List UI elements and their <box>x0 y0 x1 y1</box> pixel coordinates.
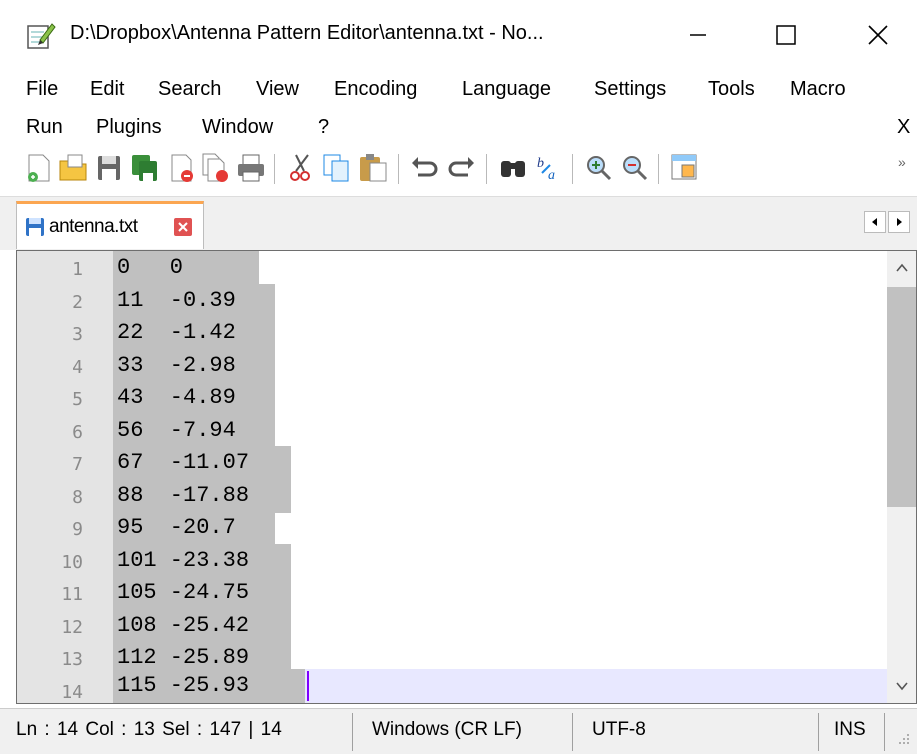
text-editor[interactable]: 1 2 3 4 5 6 7 8 9 10 11 12 13 14 0 0 11 … <box>16 250 917 704</box>
line-text: 56 -7.94 <box>117 418 236 443</box>
line-text: 11 -0.39 <box>117 288 236 313</box>
close-window-button[interactable] <box>848 10 908 60</box>
line-number: 11 <box>61 584 83 605</box>
menu-encoding[interactable]: Encoding <box>334 76 417 103</box>
status-separator <box>818 713 819 751</box>
zoom-in-icon[interactable] <box>582 151 616 185</box>
print-icon[interactable] <box>234 151 268 185</box>
line-text: 105 -24.75 <box>117 580 250 605</box>
line-text: 67 -11.07 <box>117 450 250 475</box>
menu-plugins[interactable]: Plugins <box>96 114 162 141</box>
copy-icon[interactable] <box>320 151 354 185</box>
toolbar-separator <box>658 154 659 184</box>
minimize-button[interactable] <box>668 10 728 60</box>
line-text: 95 -20.7 <box>117 515 236 540</box>
menu-run[interactable]: Run <box>26 114 63 141</box>
toolbar-separator <box>486 154 487 184</box>
tab-antenna-txt[interactable]: antenna.txt <box>16 201 204 249</box>
scrollbar-thumb[interactable] <box>887 287 916 507</box>
cursor-position: Ln : 14 Col : 13 Sel : 147 | 14 <box>16 719 282 740</box>
line-number: 5 <box>72 389 83 410</box>
menu-view[interactable]: View <box>256 76 299 103</box>
status-separator <box>352 713 353 751</box>
menu-language[interactable]: Language <box>462 76 551 103</box>
line-number: 9 <box>72 519 83 540</box>
line-number: 13 <box>61 649 83 670</box>
cut-icon[interactable] <box>284 151 318 185</box>
replace-icon[interactable]: ba <box>532 151 566 185</box>
close-document-button[interactable]: X <box>897 114 910 141</box>
saved-file-icon <box>25 217 45 237</box>
svg-text:a: a <box>548 168 555 183</box>
vertical-scrollbar[interactable] <box>887 251 916 703</box>
file-encoding: UTF-8 <box>592 719 646 740</box>
menu-bar: File Edit Search View Encoding Language … <box>0 72 917 144</box>
menu-window[interactable]: Window <box>202 114 273 141</box>
line-number: 2 <box>72 292 83 313</box>
toolbar-separator <box>274 154 275 184</box>
toolbar-overflow-button[interactable]: » <box>898 154 906 170</box>
menu-file[interactable]: File <box>26 76 58 103</box>
title-bar: D:\Dropbox\Antenna Pattern Editor\antenn… <box>0 0 917 72</box>
open-file-icon[interactable] <box>56 151 90 185</box>
toolbar: ba » <box>0 146 917 194</box>
status-bar: Ln : 14 Col : 13 Sel : 147 | 14 Windows … <box>0 708 917 754</box>
find-icon[interactable] <box>496 151 530 185</box>
redo-icon[interactable] <box>444 151 478 185</box>
window-title: D:\Dropbox\Antenna Pattern Editor\antenn… <box>70 22 544 44</box>
line-number: 12 <box>61 617 83 638</box>
line-number: 10 <box>61 552 83 573</box>
line-number: 3 <box>72 324 83 345</box>
line-number: 6 <box>72 422 83 443</box>
menu-macro[interactable]: Macro <box>790 76 846 103</box>
line-number: 7 <box>72 454 83 475</box>
tab-label: antenna.txt <box>49 216 138 237</box>
line-text: 108 -25.42 <box>117 613 250 638</box>
menu-settings[interactable]: Settings <box>594 76 666 103</box>
save-icon[interactable] <box>92 151 126 185</box>
tab-scroll-left-button[interactable] <box>864 211 886 233</box>
close-all-icon[interactable] <box>198 151 232 185</box>
line-number: 4 <box>72 357 83 378</box>
eol-format: Windows (CR LF) <box>372 719 522 740</box>
line-text: 88 -17.88 <box>117 483 250 508</box>
line-text: 22 -1.42 <box>117 320 236 345</box>
save-all-icon[interactable] <box>128 151 162 185</box>
tab-bar: antenna.txt <box>0 196 917 250</box>
sync-scroll-icon[interactable] <box>668 151 702 185</box>
menu-tools[interactable]: Tools <box>708 76 755 103</box>
tab-scroll-right-button[interactable] <box>888 211 910 233</box>
toolbar-separator <box>398 154 399 184</box>
line-number: 14 <box>61 682 83 703</box>
menu-help[interactable]: ? <box>318 114 329 141</box>
status-separator <box>572 713 573 751</box>
scroll-down-icon[interactable] <box>895 679 909 693</box>
line-text: 33 -2.98 <box>117 353 236 378</box>
status-separator <box>884 713 885 751</box>
notepad-plus-plus-icon[interactable] <box>26 20 56 50</box>
line-number: 8 <box>72 487 83 508</box>
paste-icon[interactable] <box>356 151 390 185</box>
toolbar-separator <box>572 154 573 184</box>
insert-mode: INS <box>834 719 866 740</box>
maximize-button[interactable] <box>756 10 816 60</box>
zoom-out-icon[interactable] <box>618 151 652 185</box>
line-number: 1 <box>72 259 83 280</box>
close-file-icon[interactable] <box>164 151 198 185</box>
line-text: 115 -25.93 <box>117 673 250 698</box>
svg-text:b: b <box>537 156 544 171</box>
menu-search[interactable]: Search <box>158 76 221 103</box>
menu-edit[interactable]: Edit <box>90 76 124 103</box>
line-text: 112 -25.89 <box>117 645 250 670</box>
new-file-icon[interactable] <box>22 151 56 185</box>
text-caret <box>307 671 309 701</box>
line-text: 101 -23.38 <box>117 548 250 573</box>
line-text: 43 -4.89 <box>117 385 236 410</box>
tab-close-icon[interactable] <box>173 217 193 237</box>
undo-icon[interactable] <box>408 151 442 185</box>
scroll-up-icon[interactable] <box>895 261 909 275</box>
resize-grip-icon[interactable] <box>896 731 912 752</box>
line-text: 0 0 <box>117 255 184 280</box>
